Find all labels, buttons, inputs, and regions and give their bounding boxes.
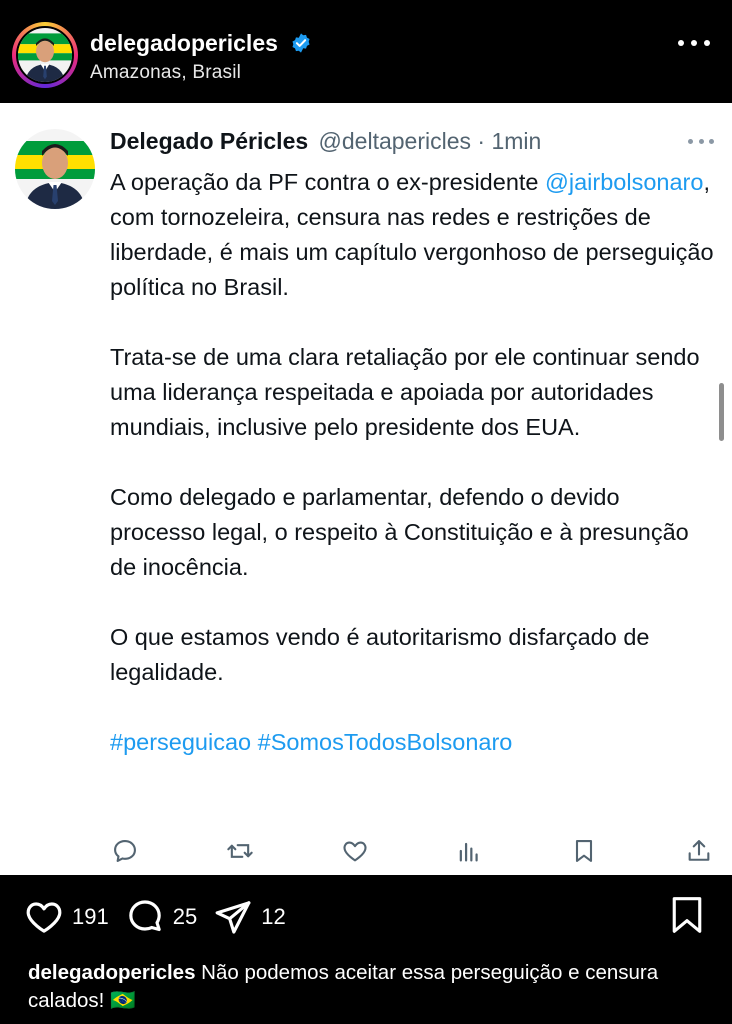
views-icon <box>460 842 479 862</box>
like-button[interactable] <box>340 836 370 866</box>
share-button[interactable] <box>684 836 714 866</box>
like-count[interactable]: 191 <box>72 904 109 930</box>
tweet-paragraph-4: O que estamos vendo é autoritarismo disf… <box>110 624 650 685</box>
retweet-icon <box>227 844 253 858</box>
tweet-display-name[interactable]: Delegado Péricles <box>110 128 308 154</box>
save-icon[interactable] <box>670 895 704 935</box>
mention-link[interactable]: @jairbolsonaro <box>545 169 703 195</box>
bookmark-icon <box>576 840 593 862</box>
views-button[interactable] <box>454 836 484 866</box>
share-icon <box>688 840 710 861</box>
reply-icon <box>114 840 136 862</box>
post-header: delegadopericles Amazonas, Brasil <box>0 0 732 103</box>
post-username[interactable]: delegadopericles <box>90 30 312 57</box>
brazil-flag-emoji: 🇧🇷 <box>110 989 136 1012</box>
tweet-paragraph-1: A operação da PF contra o ex-presidente … <box>110 169 714 300</box>
profile-photo <box>18 28 72 82</box>
comment-icon[interactable] <box>125 897 165 937</box>
tweet-header: Delegado Péricles @deltapericles · 1min <box>110 128 541 155</box>
tweet-time[interactable]: 1min <box>491 128 541 154</box>
verified-badge-icon <box>292 33 310 53</box>
heart-icon[interactable] <box>24 897 64 937</box>
post-footer: 191 25 12 delegadopericles Não podemos a… <box>0 875 732 1024</box>
caption-username[interactable]: delegadopericles <box>28 961 195 984</box>
like-stat[interactable]: 191 <box>24 897 109 937</box>
reply-button[interactable] <box>110 836 140 866</box>
hashtag-link[interactable]: #perseguicao <box>110 729 251 755</box>
tweet-paragraph-3: Como delegado e parlamentar, defendo o d… <box>110 484 689 580</box>
like-icon <box>343 841 367 862</box>
profile-avatar[interactable] <box>12 22 78 88</box>
more-options-icon[interactable] <box>678 40 710 52</box>
send-icon[interactable] <box>213 897 253 937</box>
tweet-separator: · <box>477 128 486 154</box>
tweet-card: Delegado Péricles @deltapericles · 1min … <box>0 103 732 875</box>
tweet-actions <box>110 836 714 866</box>
comment-stat[interactable]: 25 <box>125 897 197 937</box>
post-caption: delegadopericles Não podemos aceitar ess… <box>28 959 718 1015</box>
retweet-button[interactable] <box>225 836 255 866</box>
bookmark-button[interactable] <box>569 836 599 866</box>
comment-count[interactable]: 25 <box>173 904 197 930</box>
hashtag-link[interactable]: #SomosTodosBolsonaro <box>258 729 513 755</box>
engagement-bar: 191 25 12 <box>24 897 302 937</box>
tweet-profile-photo <box>15 129 95 209</box>
tweet-text: A operação da PF contra o ex-presidente … <box>110 165 720 760</box>
tweet-handle[interactable]: @deltapericles <box>319 128 471 154</box>
share-count[interactable]: 12 <box>261 904 285 930</box>
tweet-paragraph-2: Trata-se de uma clara retaliação por ele… <box>110 344 700 440</box>
post-location[interactable]: Amazonas, Brasil <box>90 62 241 84</box>
scrollbar[interactable] <box>719 383 724 441</box>
share-stat[interactable]: 12 <box>213 897 286 937</box>
tweet-avatar[interactable] <box>15 129 95 209</box>
tweet-more-icon[interactable] <box>688 139 714 145</box>
tweet-hashtags: #perseguicao #SomosTodosBolsonaro <box>110 725 720 760</box>
